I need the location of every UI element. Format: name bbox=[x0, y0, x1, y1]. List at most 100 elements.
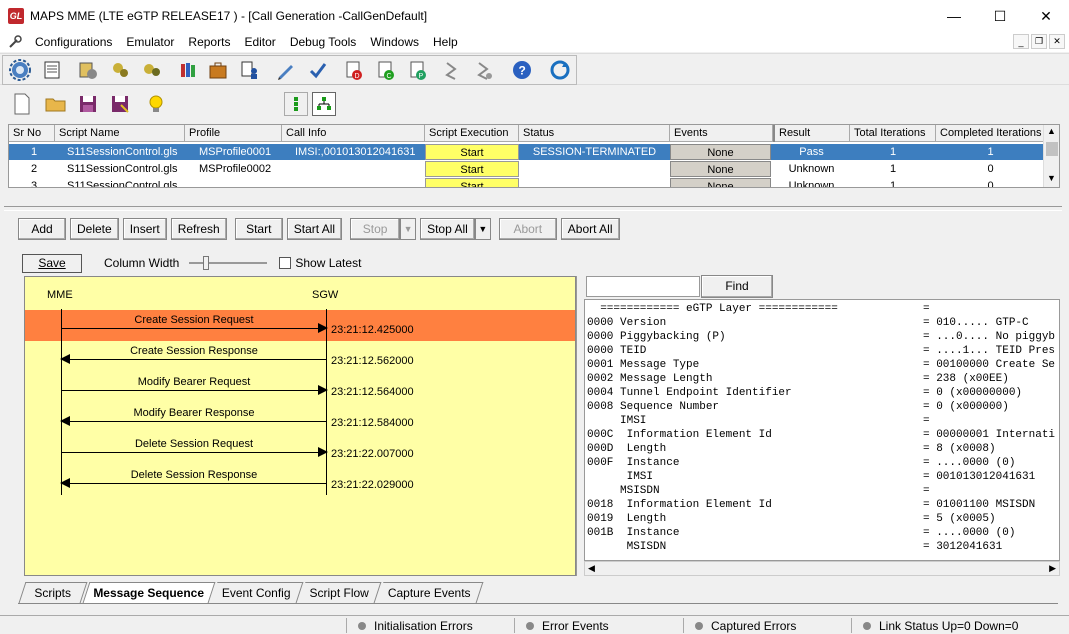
menu-editor[interactable]: Editor bbox=[237, 32, 282, 52]
events-button[interactable]: None bbox=[670, 178, 771, 187]
sequence-message[interactable]: Delete Session Response 23:21:22.029000 bbox=[25, 465, 575, 496]
start-script-button[interactable]: Start bbox=[425, 144, 519, 160]
start-script-button[interactable]: Start bbox=[425, 178, 519, 187]
start-all-button[interactable]: Start All bbox=[286, 218, 343, 240]
events-button[interactable]: None bbox=[670, 161, 771, 177]
gears-icon[interactable] bbox=[108, 58, 132, 82]
insert-button[interactable]: Insert bbox=[122, 218, 167, 240]
edit-icon[interactable] bbox=[274, 58, 298, 82]
tab-capture-events[interactable]: Capture Events bbox=[376, 582, 484, 603]
sequence-message[interactable]: Modify Bearer Response 23:21:12.584000 bbox=[25, 403, 575, 434]
decode-line[interactable]: 0018 Information Element Id = 01001100 MS… bbox=[587, 498, 1059, 512]
decode-line[interactable]: MSISDN = 3012041631 bbox=[587, 540, 1059, 554]
slider-thumb[interactable] bbox=[203, 256, 210, 270]
trace-icon[interactable] bbox=[440, 58, 464, 82]
user-config-icon[interactable] bbox=[238, 58, 262, 82]
close-button[interactable]: ✕ bbox=[1023, 0, 1069, 32]
column-header[interactable]: Completed Iterations bbox=[936, 125, 1045, 142]
stop-dropdown-icon[interactable]: ▼ bbox=[400, 218, 417, 240]
table-row[interactable]: 3 S11SessionControl.gls Start None Unkno… bbox=[9, 178, 1045, 187]
gears-alt-icon[interactable] bbox=[140, 58, 164, 82]
decode-line[interactable]: 0019 Length = 5 (x0005) bbox=[587, 512, 1059, 526]
sequence-message[interactable]: Create Session Response 23:21:12.562000 bbox=[25, 341, 575, 372]
show-latest-checkbox[interactable] bbox=[279, 257, 292, 269]
column-header[interactable]: Events bbox=[670, 125, 773, 142]
sequence-message[interactable]: Delete Session Request 23:21:22.007000 bbox=[25, 434, 575, 465]
notebook-icon[interactable] bbox=[40, 58, 64, 82]
menu-help[interactable]: Help bbox=[426, 32, 465, 52]
stop-button[interactable]: Stop bbox=[350, 218, 401, 240]
minimize-button[interactable]: — bbox=[931, 0, 977, 32]
chevron-down-icon[interactable]: ▼ bbox=[1047, 173, 1056, 183]
decode-line[interactable]: 001B Instance = ....0000 (0) bbox=[587, 526, 1059, 540]
doc-d-icon[interactable]: D bbox=[342, 58, 366, 82]
vertical-layout-icon[interactable] bbox=[284, 92, 308, 116]
column-header[interactable]: Status bbox=[519, 125, 670, 142]
error-events-status[interactable]: Error Events bbox=[526, 618, 609, 634]
tree-layout-icon[interactable] bbox=[312, 92, 336, 116]
decode-line[interactable]: IMSI = 001013012041631 bbox=[587, 470, 1059, 484]
abort-all-button[interactable]: Abort All bbox=[560, 218, 620, 240]
captured-errors-status[interactable]: Captured Errors bbox=[695, 618, 796, 634]
mdi-minimize-button[interactable]: _ bbox=[1013, 34, 1029, 49]
maximize-button[interactable]: ☐ bbox=[977, 0, 1023, 32]
tab-event-config[interactable]: Event Config bbox=[210, 582, 304, 603]
settings-tool-icon[interactable] bbox=[76, 58, 100, 82]
decode-line[interactable]: 0000 Version = 010..... GTP-C bbox=[587, 316, 1059, 330]
init-errors-status[interactable]: Initialisation Errors bbox=[358, 618, 473, 634]
new-file-icon[interactable] bbox=[10, 92, 34, 116]
find-button[interactable]: Find bbox=[701, 275, 773, 298]
decode-line[interactable]: 000D Length = 8 (x0008) bbox=[587, 442, 1059, 456]
lightbulb-icon[interactable] bbox=[144, 92, 168, 116]
decode-line[interactable]: 000F Instance = ....0000 (0) bbox=[587, 456, 1059, 470]
add-button[interactable]: Add bbox=[18, 218, 66, 240]
refresh-button[interactable]: Refresh bbox=[170, 218, 227, 240]
column-header[interactable]: Total Iterations bbox=[850, 125, 936, 142]
delete-button[interactable]: Delete bbox=[70, 218, 119, 240]
gear-icon[interactable] bbox=[8, 58, 32, 82]
menu-reports[interactable]: Reports bbox=[181, 32, 237, 52]
stop-all-button[interactable]: Stop All bbox=[420, 218, 475, 240]
mdi-tools-icon[interactable] bbox=[8, 35, 22, 49]
books-icon[interactable] bbox=[176, 58, 200, 82]
decode-search-input[interactable] bbox=[586, 276, 700, 297]
chevron-right-icon[interactable]: ▶ bbox=[1049, 563, 1056, 574]
refresh-icon[interactable] bbox=[548, 58, 572, 82]
column-width-slider[interactable] bbox=[189, 256, 268, 270]
events-button[interactable]: None bbox=[670, 144, 771, 160]
decode-line[interactable]: 0008 Sequence Number = 0 (x000000) bbox=[587, 400, 1059, 414]
decode-line[interactable]: MSISDN = bbox=[587, 484, 1059, 498]
chevron-up-icon[interactable]: ▲ bbox=[1047, 126, 1056, 136]
tab-message-sequence[interactable]: Message Sequence bbox=[82, 582, 216, 603]
decode-line[interactable]: 0000 TEID = ....1... TEID Pres bbox=[587, 344, 1059, 358]
sequence-message[interactable]: Modify Bearer Request 23:21:12.564000 bbox=[25, 372, 575, 403]
open-folder-icon[interactable] bbox=[44, 92, 68, 116]
menu-windows[interactable]: Windows bbox=[363, 32, 426, 52]
chevron-left-icon[interactable]: ◀ bbox=[588, 563, 595, 574]
decode-line[interactable]: 0002 Message Length = 238 (x00EE) bbox=[587, 372, 1059, 386]
decode-line[interactable]: 000C Information Element Id = 00000001 In… bbox=[587, 428, 1059, 442]
menu-emulator[interactable]: Emulator bbox=[119, 32, 181, 52]
column-header[interactable]: Profile bbox=[185, 125, 282, 142]
decode-line[interactable]: IMSI = bbox=[587, 414, 1059, 428]
sequence-scrollbar[interactable] bbox=[576, 276, 580, 576]
trace-alt-icon[interactable] bbox=[472, 58, 496, 82]
mdi-restore-button[interactable]: ❐ bbox=[1031, 34, 1047, 49]
column-header[interactable]: Script Execution bbox=[425, 125, 519, 142]
table-row[interactable]: 1 S11SessionControl.gls MSProfile0001 IM… bbox=[9, 144, 1045, 160]
briefcase-icon[interactable] bbox=[206, 58, 230, 82]
tab-script-flow[interactable]: Script Flow bbox=[298, 582, 382, 603]
mdi-close-button[interactable]: ✕ bbox=[1049, 34, 1065, 49]
decode-line[interactable]: ============ eGTP Layer ============ = bbox=[587, 302, 1059, 316]
help-icon[interactable]: ? bbox=[510, 58, 534, 82]
column-header[interactable]: Call Info bbox=[282, 125, 425, 142]
save-icon[interactable] bbox=[76, 92, 100, 116]
decode-h-scrollbar[interactable]: ◀ ▶ bbox=[584, 561, 1060, 576]
save-as-icon[interactable] bbox=[108, 92, 132, 116]
menu-configurations[interactable]: Configurations bbox=[28, 32, 119, 52]
abort-button[interactable]: Abort bbox=[498, 218, 557, 240]
column-header[interactable]: Sr No bbox=[9, 125, 55, 142]
decode-line[interactable]: 0000 Piggybacking (P) = ...0.... No piggy… bbox=[587, 330, 1059, 344]
start-script-button[interactable]: Start bbox=[425, 161, 519, 177]
scrollbar-thumb[interactable] bbox=[1046, 142, 1058, 156]
